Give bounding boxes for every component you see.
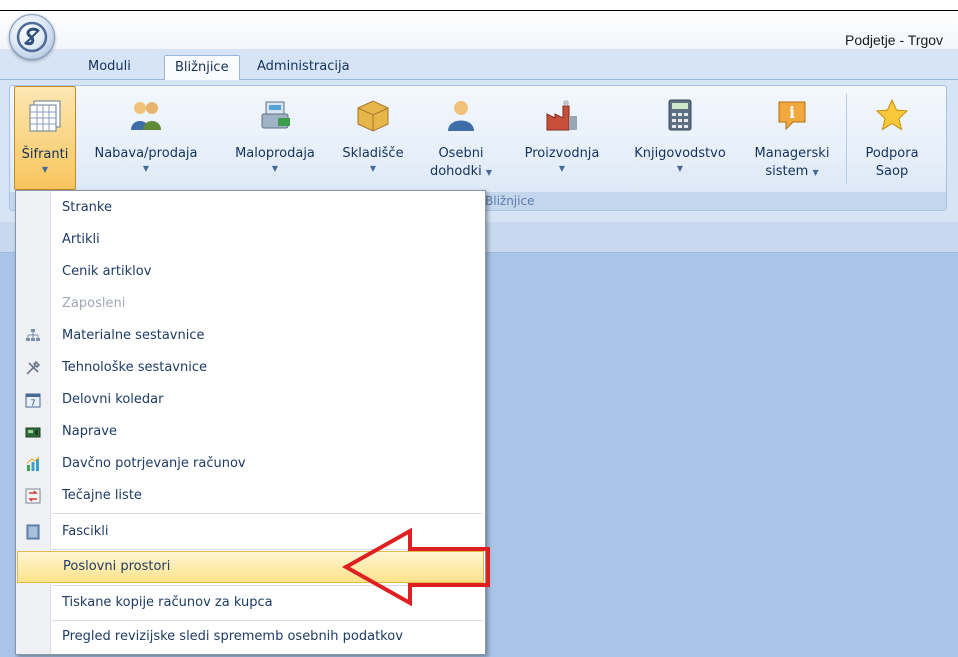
proizvodnja-button[interactable]: Proizvodnja ▼ [515,86,609,190]
chevron-down-icon: ▼ [142,164,150,173]
maloprodaja-button[interactable]: Maloprodaja ▼ [226,86,324,190]
chevron-down-icon: ▼ [485,168,493,177]
menu-item-stranke[interactable]: Stranke [17,192,484,224]
podpora-saop-label: Podpora Saop [865,146,919,179]
chevron-down-icon: ▼ [812,168,819,177]
star-icon [875,98,909,131]
menu-item-davcno-potrjevanje-racunov[interactable]: Davčno potrjevanje računov [17,448,484,480]
grid-icon [29,100,61,132]
application-menu-button[interactable] [9,14,55,60]
menu-item-zaposleni: Zaposleni [62,296,126,311]
calendar-icon: 7 [25,393,41,408]
tab-moduli[interactable]: Moduli [78,55,141,79]
chevron-down-icon: ▼ [271,164,279,173]
device-icon [25,427,41,438]
tab-bliznjice[interactable]: Bližnjice [164,55,240,80]
nabava-prodaja-label: Nabava/prodaja [94,146,198,161]
info-icon: i [778,101,806,131]
chevron-down-icon: ▼ [558,164,566,173]
tab-administracija[interactable]: Administracija [247,55,360,79]
chevron-down-icon: ▼ [369,164,377,173]
menu-item-pregled-revizijske-sledi[interactable]: Pregled revizijske sledi sprememb osebni… [17,621,484,653]
svg-text:i: i [789,103,795,122]
ribbon-tabs: Moduli Bližnjice Administracija [0,49,958,80]
menu-item-tecajne-liste[interactable]: Tečajne liste [17,480,484,512]
factory-icon [546,100,577,131]
osebni-dohodki-button[interactable]: Osebni dohodki ▼ [424,86,498,190]
people-icon [131,102,161,130]
skladisce-label: Skladišče [342,146,404,161]
title-bar: Podjetje - Trgov [0,11,958,49]
window-title: Podjetje - Trgov [845,32,944,48]
menu-item-delovni-koledar[interactable]: 7 Delovni koledar [17,384,484,416]
person-icon [448,101,474,131]
managerski-sistem-button[interactable]: i Managerski sistem ▼ [749,86,835,190]
red-arrow-annotation [341,527,490,607]
cash-register-icon [261,101,290,129]
managerski-sistem-label: Managerski sistem ▼ [754,146,830,179]
podpora-saop-button[interactable]: Podpora Saop [856,86,928,190]
knjigovodstvo-button[interactable]: Knjigovodstvo ▼ [623,86,737,190]
bar-chart-icon [26,456,40,471]
sifranti-label: Šifranti [21,147,69,162]
menu-item-materialne-sestavnice[interactable]: Materialne sestavnice [17,320,484,352]
exchange-icon [25,488,41,504]
osebni-dohodki-label: Osebni dohodki ▼ [429,146,493,179]
menu-item-naprave[interactable]: Naprave [17,416,484,448]
maloprodaja-label: Maloprodaja [235,146,315,161]
boxes-icon [357,100,389,132]
menu-item-artikli[interactable]: Artikli [17,224,484,256]
hierarchy-icon [26,329,40,341]
tools-icon [26,360,41,375]
saop-logo-icon [16,21,48,53]
sifranti-button[interactable]: Šifranti ▼ [14,86,76,190]
chevron-down-icon: ▼ [676,164,684,173]
menu-item-tehnoloske-sestavnice[interactable]: Tehnološke sestavnice [17,352,484,384]
chevron-down-icon: ▼ [41,165,49,174]
calculator-icon [668,99,692,131]
knjigovodstvo-label: Knjigovodstvo [634,146,726,161]
menu-separator [52,513,482,514]
skladisce-button[interactable]: Skladišče ▼ [336,86,410,190]
top-border [0,0,958,11]
ribbon-separator [846,94,847,184]
svg-text:7: 7 [30,399,35,408]
folder-icon [26,524,40,540]
nabava-prodaja-button[interactable]: Nabava/prodaja ▼ [92,86,200,190]
menu-item-cenik-artiklov[interactable]: Cenik artiklov [17,256,484,288]
proizvodnja-label: Proizvodnja [524,146,600,161]
